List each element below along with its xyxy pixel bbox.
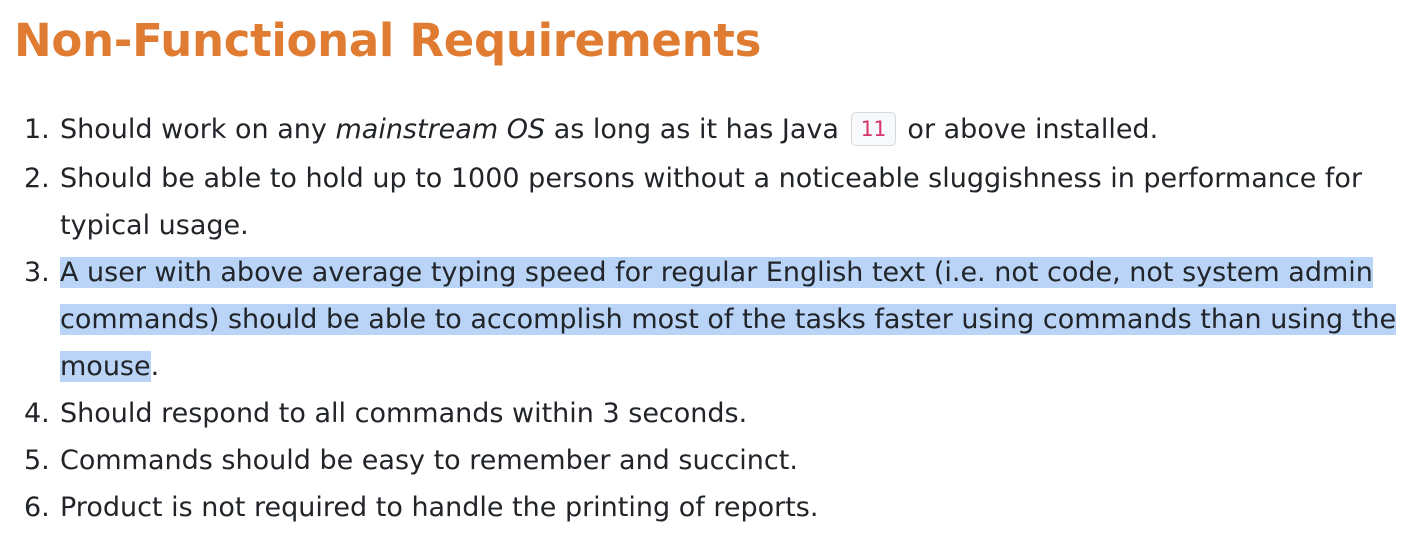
list-item-number: 6. (24, 492, 50, 523)
list-item-text: Commands should be easy to remember and … (60, 445, 798, 476)
list-item-number: 3. (24, 257, 50, 288)
list-item: 6. Product is not required to handle the… (24, 484, 1400, 531)
list-item-number: 5. (24, 445, 50, 476)
section-heading: Non-Functional Requirements (14, 14, 762, 67)
list-item-text: Product is not required to handle the pr… (60, 492, 819, 523)
list-item-number: 2. (24, 163, 50, 194)
list-item: 1. Should work on any mainstream OS as l… (24, 106, 1400, 155)
inline-code: 11 (850, 112, 896, 146)
list-item-text: Should be able to hold up to 1000 person… (60, 163, 1363, 241)
requirements-list: 1. Should work on any mainstream OS as l… (14, 106, 1400, 531)
list-item: 3. A user with above average typing spee… (24, 249, 1400, 390)
list-item-text: or above installed. (898, 114, 1159, 145)
emphasis-text: mainstream OS (335, 114, 546, 145)
list-item-number: 4. (24, 398, 50, 429)
list-item-number: 1. (24, 114, 50, 145)
list-item-text: as long as it has Java (545, 114, 848, 145)
list-item-text: Should respond to all commands within 3 … (60, 398, 748, 429)
list-item-text: . (150, 351, 160, 382)
list-item: 4. Should respond to all commands within… (24, 390, 1400, 437)
list-item-text: Should work on any (60, 114, 336, 145)
list-item: 5. Commands should be easy to remember a… (24, 437, 1400, 484)
list-item: 2. Should be able to hold up to 1000 per… (24, 155, 1400, 249)
selected-text[interactable]: A user with above average typing speed f… (60, 257, 1397, 382)
document-page: Non-Functional Requirements 1. Should wo… (0, 0, 1402, 534)
